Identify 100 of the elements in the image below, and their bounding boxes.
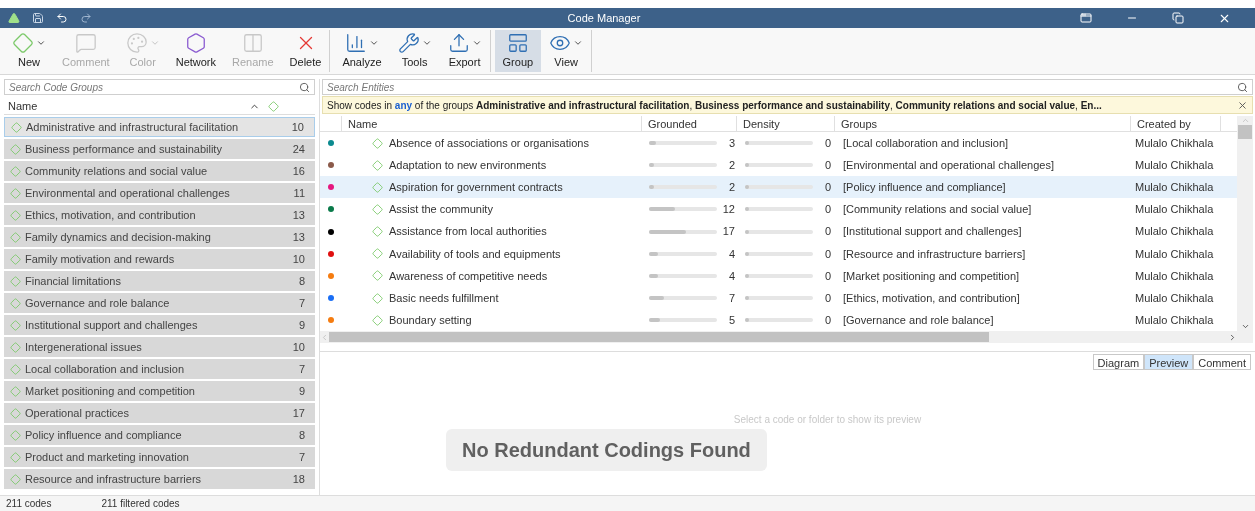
- group-item[interactable]: Intergenerational issues 10: [4, 337, 315, 357]
- grounded-count: 3: [727, 135, 735, 151]
- diamond-icon: [10, 341, 21, 353]
- creator-cell-text: Mulalo Chikhala: [1134, 246, 1215, 262]
- creator-cell-text: Mulalo Chikhala: [1134, 224, 1215, 240]
- group-item[interactable]: Local collaboration and inclusion 7: [4, 359, 315, 379]
- table-row[interactable]: Aspiration for government contracts 2 0 [Policy influence and compliance] Mulalo Chikhala: [320, 176, 1237, 199]
- column-header[interactable]: Density: [737, 116, 835, 131]
- filter-description: Show codes in any of the groups Administrative and infrastructural facilitation, Business performance and sustainability, Community relations and social value, En...: [327, 98, 1103, 113]
- code-name: Absence of associations or organisations: [389, 135, 589, 151]
- diamond-icon: [372, 314, 383, 326]
- code-name: Assist the community: [389, 202, 493, 218]
- grounded-count: 2: [727, 180, 735, 196]
- ribbon-button[interactable]: Export: [439, 30, 491, 72]
- column-header[interactable]: Created by: [1131, 116, 1221, 131]
- search-icon: [1237, 81, 1248, 93]
- creator-cell-text: Mulalo Chikhala: [1134, 268, 1215, 284]
- diamond-icon: [10, 385, 21, 397]
- preview-tab[interactable]: Comment: [1193, 354, 1251, 370]
- ribbon-button[interactable]: View: [541, 30, 593, 72]
- group-item[interactable]: Governance and role balance 7: [4, 293, 315, 313]
- vertical-scrollbar[interactable]: [1237, 116, 1253, 343]
- creator-cell-text: Mulalo Chikhala: [1134, 202, 1215, 218]
- group-item[interactable]: Operational practices 17: [4, 403, 315, 423]
- grounded-count: 7: [727, 290, 735, 306]
- toast-message: No Redundant Codings Found: [446, 429, 767, 471]
- diamond-icon: [372, 226, 383, 238]
- ribbon-button[interactable]: New: [4, 30, 54, 72]
- creator-cell-text: Mulalo Chikhala: [1134, 157, 1215, 173]
- table-row[interactable]: Adaptation to new environments 2 0 [Environmental and operational challenges] Mulalo Chikhala: [320, 154, 1237, 177]
- group-item[interactable]: Community relations and social value 16: [4, 161, 315, 181]
- ribbon-button[interactable]: Group: [494, 30, 542, 72]
- group-item[interactable]: Financial limitations 8: [4, 271, 315, 291]
- ribbon-button[interactable]: Tools: [389, 30, 440, 72]
- groups-cell-text: [Local collaboration and inclusion]: [842, 135, 1010, 151]
- table-row[interactable]: Awareness of competitive needs 4 0 [Market positioning and competition] Mulalo Chikhala: [320, 264, 1237, 287]
- group-item[interactable]: Ethics, motivation, and contribution 13: [4, 205, 315, 225]
- diamond-icon: [10, 275, 21, 287]
- groups-cell-text: [Ethics, motivation, and contribution]: [842, 290, 1021, 306]
- window-icon[interactable]: [1080, 12, 1092, 24]
- diamond-icon: [10, 253, 21, 265]
- close-icon[interactable]: [1237, 99, 1248, 111]
- group-item[interactable]: Business performance and sustainability 24: [4, 139, 315, 159]
- group-item[interactable]: Policy influence and compliance 8: [4, 425, 315, 445]
- diamond-icon: [10, 231, 21, 243]
- table-row[interactable]: Absence of associations or organisations 3 0 [Local collaboration and inclusion] Mulalo Chikhala: [320, 132, 1237, 155]
- group-item[interactable]: Administrative and infrastructural facilitation 10: [4, 117, 315, 137]
- diamond-icon: [10, 363, 21, 375]
- scroll-right-icon[interactable]: [1228, 332, 1237, 342]
- density-count: 0: [823, 202, 831, 218]
- column-header[interactable]: Name: [4, 99, 315, 115]
- table-row[interactable]: Availability of tools and equipments 4 0 [Resource and infrastructure barriers] Mulalo Chikhala: [320, 242, 1237, 265]
- density-count: 0: [823, 224, 831, 240]
- redo-icon[interactable]: [80, 12, 92, 24]
- density-count: 0: [823, 180, 831, 196]
- diamond-icon: [10, 319, 21, 331]
- diamond-icon: [10, 143, 21, 155]
- save-icon[interactable]: [32, 12, 44, 24]
- diamond-icon: [372, 248, 383, 260]
- diamond-icon: [10, 451, 21, 463]
- preview-tab[interactable]: Diagram: [1092, 354, 1145, 370]
- diamond-icon: [10, 209, 21, 221]
- undo-icon[interactable]: [56, 12, 68, 24]
- density-count: 0: [823, 290, 831, 306]
- grounded-count: 2: [727, 157, 735, 173]
- group-item[interactable]: Product and marketing innovation 7: [4, 447, 315, 467]
- group-item[interactable]: Market positioning and competition 9: [4, 381, 315, 401]
- search-field[interactable]: Search Code Groups: [4, 79, 315, 95]
- table-row[interactable]: Boundary setting 5 0 [Governance and role balance] Mulalo Chikhala: [320, 309, 1237, 332]
- group-item[interactable]: Institutional support and challenges 9: [4, 315, 315, 335]
- horizontal-scrollbar[interactable]: [320, 331, 1237, 343]
- density-count: 0: [823, 268, 831, 284]
- preview-tab[interactable]: Preview: [1144, 354, 1194, 370]
- ribbon-button[interactable]: Network: [167, 30, 225, 72]
- diamond-icon: [372, 270, 383, 282]
- group-item[interactable]: Environmental and operational challenges 11: [4, 183, 315, 203]
- table-row[interactable]: Assistance from local authorities 17 0 [Institutional support and challenges] Mulalo Chikhala: [320, 220, 1237, 243]
- scrollbar-thumb[interactable]: [329, 332, 989, 343]
- ribbon-button[interactable]: Analyze: [334, 30, 390, 72]
- ribbon-button[interactable]: Delete: [281, 30, 331, 72]
- table-row[interactable]: Assist the community 12 0 [Community relations and social value] Mulalo Chikhala: [320, 198, 1237, 221]
- diamond-icon: [10, 187, 21, 199]
- scrollbar-thumb[interactable]: [1238, 125, 1252, 139]
- scroll-down-icon[interactable]: [1240, 322, 1250, 331]
- group-item[interactable]: Resource and infrastructure barriers 18: [4, 469, 315, 489]
- column-header[interactable]: Groups: [835, 116, 1131, 131]
- table-row[interactable]: Basic needs fulfillment 7 0 [Ethics, motivation, and contribution] Mulalo Chikhala: [320, 287, 1237, 310]
- grounded-count: 5: [727, 312, 735, 328]
- wrench-icon: [397, 31, 420, 54]
- group-item[interactable]: Family dynamics and decision-making 13: [4, 227, 315, 247]
- groups-cell-text: [Resource and infrastructure barriers]: [842, 246, 1027, 262]
- diamond-icon: [10, 297, 21, 309]
- group-item[interactable]: Family motivation and rewards 10: [4, 249, 315, 269]
- column-header[interactable]: Name: [342, 116, 642, 131]
- column-header[interactable]: Grounded: [642, 116, 737, 131]
- restore-icon[interactable]: [1172, 12, 1184, 24]
- diamond-icon: [372, 181, 383, 193]
- density-count: 0: [823, 246, 831, 262]
- search-field[interactable]: Search Entities: [322, 79, 1253, 95]
- hexagon-icon: [184, 31, 207, 54]
